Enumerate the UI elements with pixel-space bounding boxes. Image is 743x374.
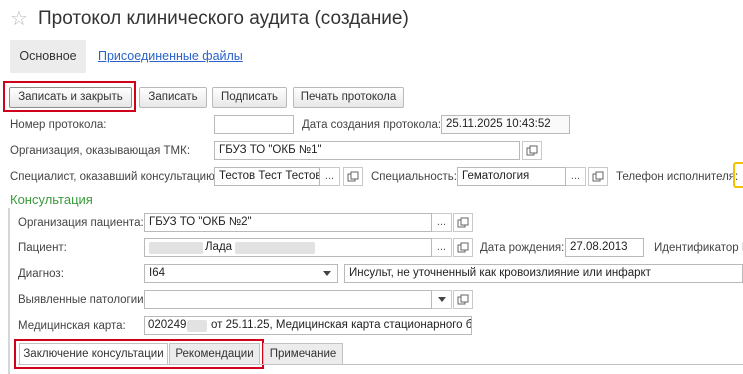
- tab-conclusion[interactable]: Заключение консультации: [19, 343, 168, 365]
- print-protocol-button[interactable]: Печать протокола: [293, 87, 404, 108]
- patient-org-select-button[interactable]: ...: [432, 213, 452, 232]
- org-tmk-field[interactable]: ГБУЗ ТО "ОКБ №1": [214, 141, 520, 160]
- card-description: от 25.11.25, Медицинская карта стационар…: [211, 319, 472, 331]
- redacted-text: [235, 242, 315, 254]
- patient-field[interactable]: Лада: [144, 238, 432, 257]
- tab-recommendations[interactable]: Рекомендации: [169, 343, 260, 365]
- birth-date-label: Дата рождения:: [480, 242, 565, 254]
- diagnosis-text-field[interactable]: Инсульт, не уточненный как кровоизлияние…: [344, 264, 743, 283]
- save-and-close-button[interactable]: Записать и закрыть: [9, 87, 132, 108]
- redacted-text: [149, 242, 203, 254]
- open-form-icon[interactable]: [453, 290, 473, 309]
- page-title: Протокол клинического аудита (создание): [38, 8, 409, 29]
- phone-input[interactable]: [733, 162, 743, 188]
- created-date-label: Дата создания протокола:: [302, 119, 442, 131]
- medical-card-label: Медицинская карта:: [18, 320, 126, 332]
- birth-date-field[interactable]: 27.08.2013: [565, 238, 644, 257]
- diagnosis-dropdown-button[interactable]: [317, 265, 337, 282]
- chevron-down-icon: [323, 271, 331, 276]
- patient-select-button[interactable]: ...: [432, 238, 452, 257]
- medical-card-field[interactable]: 020249 от 25.11.25, Медицинская карта ст…: [144, 316, 472, 335]
- chevron-down-icon: [437, 297, 446, 302]
- org-tmk-label: Организация, оказывающая ТМК:: [10, 145, 191, 157]
- phone-label: Телефон исполнителя:: [616, 171, 739, 183]
- patient-org-label: Организация пациента:: [18, 217, 144, 229]
- specialist-select-button[interactable]: ...: [320, 167, 340, 186]
- specialty-select-button[interactable]: ...: [566, 167, 586, 186]
- patient-name: Лада: [205, 241, 233, 253]
- open-form-icon[interactable]: [453, 238, 473, 257]
- section-consultation-title: Консультация: [10, 192, 93, 207]
- open-form-icon[interactable]: [588, 167, 608, 186]
- open-form-icon[interactable]: [522, 141, 542, 160]
- created-date-field[interactable]: 25.11.2025 10:43:52: [441, 115, 570, 134]
- protocol-number-input[interactable]: [214, 115, 294, 134]
- specialty-label: Специальность:: [371, 171, 457, 183]
- open-form-icon[interactable]: [343, 167, 363, 186]
- tab-main[interactable]: Основное: [10, 40, 86, 73]
- tab-attached-files[interactable]: Присоединенные файлы: [98, 49, 243, 63]
- tab-note[interactable]: Примечание: [263, 343, 343, 365]
- specialty-field[interactable]: Гематология: [457, 167, 566, 186]
- section-divider: [8, 208, 10, 374]
- diagnosis-code-field[interactable]: I64: [144, 264, 338, 283]
- specialist-label: Специалист, оказавший консультацию:: [10, 171, 218, 183]
- save-button[interactable]: Записать: [139, 87, 207, 108]
- pathologies-dropdown-button[interactable]: [432, 290, 452, 309]
- favorite-star-icon[interactable]: ☆: [10, 8, 28, 30]
- patient-label: Пациент:: [18, 242, 67, 254]
- tabs-bottom-line: [18, 364, 743, 365]
- open-form-icon[interactable]: [453, 213, 473, 232]
- identifier-label: Идентификатор Р: [654, 242, 743, 254]
- sign-button[interactable]: Подписать: [212, 87, 287, 108]
- specialist-field[interactable]: Тестов Тест Тестов: [214, 167, 320, 186]
- pathologies-label: Выявленные патологии:: [18, 294, 147, 306]
- card-number: 020249: [148, 319, 187, 331]
- diagnosis-label: Диагноз:: [18, 268, 64, 280]
- redacted-text: [187, 320, 207, 332]
- protocol-number-label: Номер протокола:: [10, 119, 107, 131]
- patient-org-field[interactable]: ГБУЗ ТО "ОКБ №2": [144, 213, 432, 232]
- pathologies-field[interactable]: [144, 290, 432, 309]
